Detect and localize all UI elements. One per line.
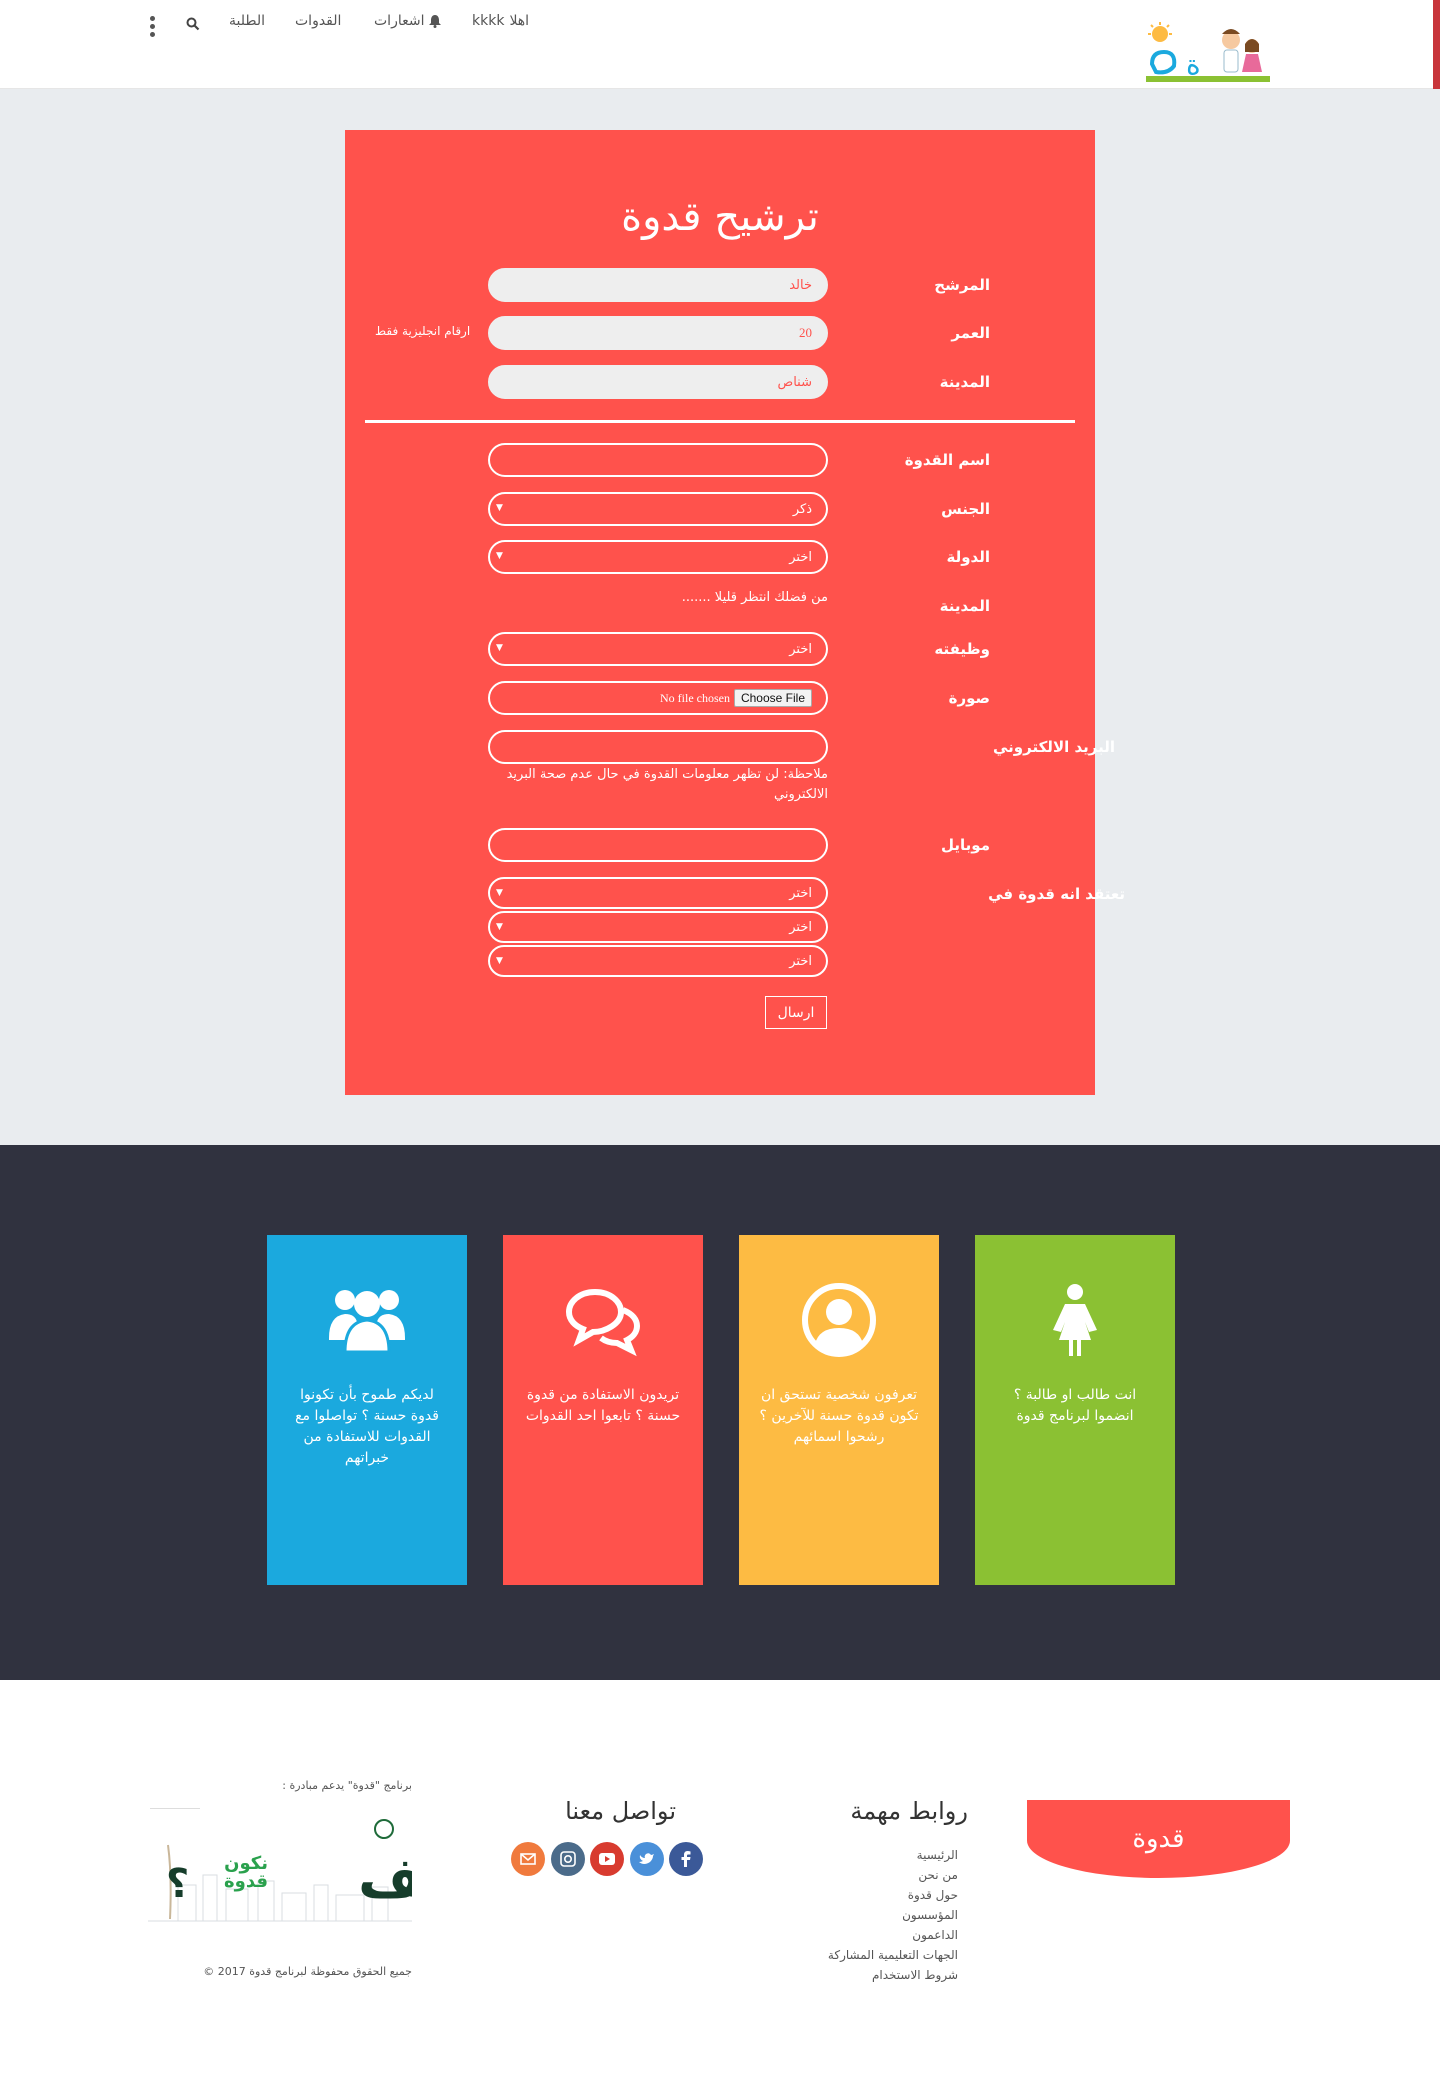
age-hint: ارقام انجليزية فقط (375, 324, 471, 338)
instagram-icon[interactable] (551, 1842, 585, 1876)
mobile-input[interactable] (488, 828, 828, 862)
campaign-big-word: كيف (358, 1846, 412, 1911)
email-social-icon[interactable] (511, 1842, 545, 1876)
job-select[interactable]: اختر ▼ (488, 632, 828, 666)
feature-tile-join[interactable]: انت طالب او طالبة ؟ انضموا لبرنامج قدوة (975, 1235, 1175, 1585)
greeting[interactable]: kkkk اهلا (472, 13, 529, 29)
believe-select-2[interactable]: اختر ▼ (488, 911, 828, 943)
footer-link-founders[interactable]: المؤسسون (800, 1905, 958, 1925)
female-icon (1053, 1284, 1097, 1356)
feature-tile-text: تريدون الاستفادة من قدوة حسنة ؟ تابعوا ا… (525, 1387, 681, 1424)
nominator-input[interactable]: خالد (488, 268, 828, 302)
submit-button[interactable]: ارسال (765, 996, 827, 1029)
dropdown-caret-icon: ▼ (496, 551, 503, 561)
footer-link-about[interactable]: من نحن (800, 1865, 958, 1885)
role-models-link[interactable]: القدوات (295, 13, 341, 29)
username[interactable]: kkkk (472, 13, 504, 29)
bell-icon (429, 14, 442, 28)
youtube-icon[interactable] (590, 1842, 624, 1876)
country-select[interactable]: اختر ▼ (488, 540, 828, 574)
svg-text:؟: ؟ (166, 1861, 189, 1907)
copyright: جميع الحقوق محفوظة لبرنامج قدوة 2017 © (203, 1965, 412, 1978)
support-text: برنامج "قدوة" يدعم مبادرة : (282, 1779, 412, 1792)
footer-link-about-qudwa[interactable]: حول قدوة (800, 1885, 958, 1905)
country-label: الدولة (946, 548, 991, 566)
dropdown-caret-icon: ▼ (496, 643, 503, 653)
believe-select-1[interactable]: اختر ▼ (488, 877, 828, 909)
students-link[interactable]: الطلبة (229, 13, 265, 29)
qudwa-logo[interactable]: ة (1146, 22, 1270, 84)
footer-link-home[interactable]: الرئيسية (800, 1845, 958, 1865)
role-models-label[interactable]: القدوات (295, 13, 341, 29)
model-name-label: اسم القدوة (904, 451, 990, 469)
gender-select[interactable]: ذكر ▼ (488, 492, 828, 526)
search-icon[interactable] (186, 17, 200, 31)
form-title: ترشيح قدوة (621, 194, 819, 240)
dropdown-caret-icon: ▼ (496, 503, 503, 513)
age-label: العمر (951, 324, 990, 342)
choose-file-button[interactable]: Choose File (733, 689, 812, 707)
feature-tile-text: لديكم طموح بأن تكونوا قدوة حسنة ؟ تواصلو… (295, 1387, 439, 1466)
dropdown-caret-icon: ▼ (496, 888, 503, 898)
photo-label: صورة (948, 689, 990, 707)
feature-tile-mentorship[interactable]: لديكم طموح بأن تكونوا قدوة حسنة ؟ تواصلو… (267, 1235, 467, 1585)
job-label: وظيفته (934, 640, 990, 658)
feature-tile-nominate[interactable]: تعرفون شخصية تستحق ان تكون قدوة حسنة للآ… (739, 1235, 939, 1585)
twitter-icon[interactable] (630, 1842, 664, 1876)
students-label[interactable]: الطلبة (229, 13, 265, 29)
contact-title: تواصل معنا (565, 1797, 676, 1825)
feature-tile-text: انت طالب او طالبة ؟ انضموا لبرنامج قدوة (1013, 1387, 1137, 1424)
site-footer: قدوة روابط مهمة الرئيسية من نحن حول قدوة… (0, 1680, 1440, 2097)
footer-link-education-partners[interactable]: الجهات التعليمية المشاركة (800, 1945, 958, 1965)
footer-link-terms[interactable]: شروط الاستخدام (800, 1965, 958, 1985)
email-label: البريد الالكتروني (993, 738, 1115, 756)
believe-select-3[interactable]: اختر ▼ (488, 945, 828, 977)
links-title: روابط مهمة (850, 1797, 968, 1825)
footer-brand[interactable]: قدوة (1027, 1800, 1290, 1878)
dropdown-caret-icon: ▼ (496, 922, 503, 932)
chat-bubbles-icon (565, 1288, 641, 1357)
nomination-section: ترشيح قدوة المرشح خالد العمر 20 ارقام ان… (0, 89, 1440, 1145)
email-note: ملاحظة: لن تظهر معلومات القدوة في حال عد… (506, 767, 828, 802)
campaign-logo[interactable]: كيف نكون قدوة ؟ (148, 1815, 412, 1923)
feature-tile-follow[interactable]: تريدون الاستفادة من قدوة حسنة ؟ تابعوا ا… (503, 1235, 703, 1585)
notifications-label[interactable]: اشعارات (374, 13, 424, 29)
nominator-city-input[interactable]: شناص (488, 365, 828, 399)
greeting-label: اهلا (509, 13, 530, 29)
email-input[interactable] (488, 730, 828, 764)
support-divider (150, 1808, 200, 1809)
nominator-label: المرشح (934, 276, 990, 294)
gender-label: الجنس (941, 500, 990, 518)
user-circle-icon (802, 1283, 876, 1357)
photo-file-input[interactable]: Choose File No file chosen (488, 681, 828, 715)
dropdown-caret-icon: ▼ (496, 956, 503, 966)
features-section: لديكم طموح بأن تكونوا قدوة حسنة ؟ تواصلو… (0, 1145, 1440, 1680)
no-file-text: No file chosen (659, 690, 730, 705)
mobile-label: موبايل (941, 836, 990, 854)
model-name-input[interactable] (488, 443, 828, 477)
top-header: ة kkkk اهلا اشعارات القدوات الطلبة (0, 0, 1440, 245)
city-label: المدينة (939, 597, 990, 615)
nomination-form: ترشيح قدوة المرشح خالد العمر 20 ارقام ان… (345, 130, 1125, 1095)
group-icon (329, 1290, 405, 1354)
more-menu-icon[interactable] (150, 16, 156, 38)
believe-label: تعتقد انه قدوة في (988, 885, 1125, 903)
footer-link-supporters[interactable]: الداعمون (800, 1925, 958, 1945)
campaign-small-word-2: قدوة (224, 1871, 268, 1892)
notifications-link[interactable]: اشعارات (374, 13, 442, 29)
age-input[interactable]: 20 (488, 316, 828, 350)
footer-links: الرئيسية من نحن حول قدوة المؤسسون الداعم… (800, 1845, 958, 1985)
city-loading-text: من فضلك انتظر قليلا ....... (681, 590, 828, 605)
facebook-icon[interactable] (669, 1842, 703, 1876)
form-divider (365, 420, 1075, 423)
feature-tile-text: تعرفون شخصية تستحق ان تكون قدوة حسنة للآ… (759, 1387, 919, 1445)
nominator-city-label: المدينة (939, 373, 990, 391)
